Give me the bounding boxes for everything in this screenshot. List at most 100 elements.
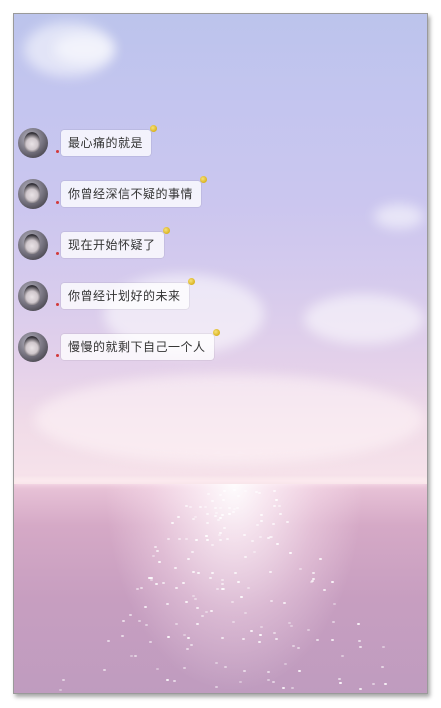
sparkle bbox=[199, 506, 203, 508]
sparkle bbox=[223, 526, 227, 529]
sparkle bbox=[166, 678, 170, 681]
message-bubble[interactable]: 你曾经深信不疑的事情 bbox=[61, 176, 208, 207]
sparkle bbox=[259, 536, 263, 539]
sparkle bbox=[128, 613, 132, 616]
sparkle bbox=[331, 621, 335, 624]
sparkle bbox=[358, 687, 362, 690]
unread-dot bbox=[56, 149, 59, 153]
message-text: 现在开始怀疑了 bbox=[68, 238, 156, 252]
sparkle bbox=[243, 556, 247, 559]
sparkle bbox=[214, 686, 218, 689]
sparkle bbox=[182, 666, 186, 669]
unread-dot bbox=[56, 353, 59, 357]
cloud bbox=[304, 294, 424, 344]
sparkle bbox=[259, 519, 263, 522]
sparkle bbox=[297, 670, 301, 673]
sparkle bbox=[205, 538, 209, 541]
sparkle bbox=[331, 580, 335, 583]
list-item: 你曾经计划好的未来 bbox=[18, 278, 195, 311]
sparkle bbox=[236, 507, 240, 510]
avatar[interactable] bbox=[18, 128, 48, 158]
sparkle bbox=[186, 558, 190, 560]
message-bubble[interactable]: 现在开始怀疑了 bbox=[61, 227, 170, 258]
sparkle bbox=[275, 543, 279, 546]
list-item: 最心痛的就是 bbox=[18, 125, 158, 158]
unread-dot bbox=[56, 302, 59, 306]
message-text: 你曾经深信不疑的事情 bbox=[68, 187, 194, 201]
sparkle bbox=[291, 645, 295, 647]
sparkle bbox=[191, 517, 195, 520]
sparkle bbox=[244, 611, 248, 614]
sparkle bbox=[177, 538, 181, 541]
unread-dot bbox=[56, 251, 59, 255]
list-item: 你曾经深信不疑的事情 bbox=[18, 176, 208, 209]
sparkle bbox=[183, 633, 187, 636]
sparkle bbox=[195, 538, 199, 541]
sparkle bbox=[231, 510, 235, 513]
sparkle bbox=[138, 619, 142, 622]
cloud bbox=[374, 204, 424, 229]
sparkle bbox=[338, 682, 342, 685]
sparkle bbox=[218, 493, 222, 496]
sparkle bbox=[271, 523, 275, 525]
emoji-icon bbox=[162, 227, 170, 234]
sparkle bbox=[243, 489, 247, 492]
message-text: 你曾经计划好的未来 bbox=[68, 289, 181, 303]
sparkle bbox=[191, 571, 195, 574]
sparkle bbox=[218, 533, 222, 536]
sparkle bbox=[372, 682, 376, 685]
sparkle bbox=[315, 639, 319, 642]
sparkle bbox=[282, 601, 286, 604]
sparkle bbox=[181, 581, 185, 584]
avatar[interactable] bbox=[18, 230, 48, 260]
sparkle bbox=[283, 662, 287, 665]
sparkle bbox=[250, 629, 254, 632]
sparkle bbox=[272, 489, 276, 492]
sparkle bbox=[233, 572, 237, 575]
sparkle bbox=[333, 603, 337, 606]
sparkle bbox=[59, 688, 63, 691]
sparkle bbox=[149, 579, 153, 582]
sparkle bbox=[240, 595, 244, 598]
sparkle bbox=[121, 634, 125, 637]
sparkle bbox=[217, 518, 220, 521]
sparkle bbox=[227, 513, 231, 516]
sparkle bbox=[277, 504, 281, 507]
sparkle bbox=[213, 506, 217, 509]
message-bubble[interactable]: 你曾经计划好的未来 bbox=[61, 278, 195, 309]
sparkle bbox=[195, 607, 199, 610]
emoji-icon bbox=[212, 329, 220, 336]
sparkle bbox=[102, 669, 106, 672]
sparkle bbox=[266, 537, 270, 539]
message-bubble[interactable]: 最心痛的就是 bbox=[61, 125, 158, 156]
sparkle bbox=[154, 545, 158, 548]
sparkle bbox=[239, 680, 243, 683]
avatar[interactable] bbox=[18, 179, 48, 209]
emoji-icon bbox=[187, 278, 195, 285]
sparkle bbox=[165, 602, 169, 605]
sparkle bbox=[174, 566, 178, 569]
sparkle bbox=[258, 633, 262, 636]
sparkle bbox=[162, 581, 166, 584]
message-text: 最心痛的就是 bbox=[68, 136, 144, 150]
sparkle bbox=[323, 588, 327, 591]
sparkle bbox=[296, 647, 300, 650]
sparkle bbox=[203, 506, 207, 509]
avatar[interactable] bbox=[18, 281, 48, 311]
message-text: 慢慢的就剩下自己一个人 bbox=[68, 340, 206, 354]
avatar[interactable] bbox=[18, 332, 48, 362]
wallpaper-frame: 最心痛的就是 你曾经深信不疑的事情 现在开始怀疑了 你曾经计划好的未来 慢慢的就… bbox=[13, 13, 428, 694]
sparkle bbox=[237, 494, 241, 497]
sparkle bbox=[357, 639, 361, 642]
sparkle bbox=[136, 587, 140, 590]
sparkle bbox=[290, 687, 294, 690]
sparkle bbox=[190, 643, 194, 646]
message-bubble[interactable]: 慢慢的就剩下自己一个人 bbox=[61, 329, 220, 360]
sparkle bbox=[184, 537, 188, 540]
sparkle bbox=[176, 515, 180, 518]
sparkle bbox=[209, 576, 213, 579]
emoji-icon bbox=[150, 125, 158, 132]
sparkle bbox=[204, 611, 208, 614]
unread-dot bbox=[56, 200, 59, 204]
sparkle bbox=[191, 550, 195, 553]
